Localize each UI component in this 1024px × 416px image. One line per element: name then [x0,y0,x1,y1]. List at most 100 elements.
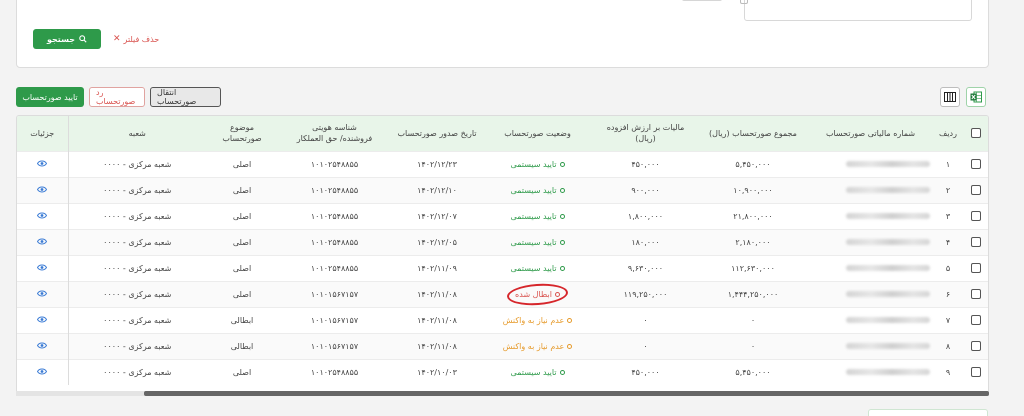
row-select-cell[interactable] [962,202,988,229]
table-row[interactable]: ۵ ۱۱۲,۶۳۰,۰۰۰ ۹,۶۳۰,۰۰۰ تایید سیستمی ۱۴۰… [17,254,988,281]
table-row[interactable]: ۴ ۲,۱۸۰,۰۰۰ ۱۸۰,۰۰۰ تایید سیستمی ۱۴۰۲/۱۲… [17,228,988,255]
select-all-header[interactable] [962,116,988,151]
invoice-status-cell: تایید سیستمی [483,254,592,281]
invoice-total: ۲,۱۸۰,۰۰۰ [699,228,807,255]
tax-number [807,280,934,307]
eye-icon[interactable] [37,212,48,219]
eye-icon[interactable] [37,368,48,375]
filter-field-partial [642,0,752,4]
select-all-checkbox[interactable] [971,128,981,139]
details-cell[interactable] [17,358,69,385]
row-select-cell[interactable] [962,358,988,385]
header-branch: شعبه [128,128,146,138]
horizontal-scrollbar[interactable] [16,391,989,396]
status-badge: تایید سیستمی [510,212,565,221]
eye-icon[interactable] [37,264,48,271]
excel-export-button[interactable] [966,87,986,107]
transfer-invoice-button[interactable]: انتقال صورتحساب [150,87,221,107]
header-total: مجموع صورتحساب (ریال) [709,128,797,138]
details-cell[interactable] [17,254,69,281]
issue-date: ۱۴۰۲/۱۱/۰۸ [391,332,483,359]
seller-id: ۱۰۱۰۲۵۴۸۸۵۵ [278,202,391,229]
invoice-status-cell: تایید سیستمی [483,358,592,385]
invoice-status-cell: عدم نیاز به واکنش [483,306,592,333]
row-select-cell[interactable] [962,280,988,307]
header-row-number: ردیف [939,128,957,138]
clear-filter-button[interactable]: ✕ حذف فیلتر [113,32,159,46]
row-checkbox[interactable] [971,367,981,378]
branch: شعبه مرکزی - ۰۰۰۰ [68,358,206,385]
pagination-partial[interactable] [868,409,988,416]
table-row[interactable]: ۷ ۰ ۰ عدم نیاز به واکنش ۱۴۰۲/۱۱/۰۸ ۱۰۱۰۱… [17,306,988,333]
details-cell[interactable] [17,150,69,177]
tax-number [807,176,934,203]
branch: شعبه مرکزی - ۰۰۰۰ [68,228,206,255]
scrollbar-thumb[interactable] [144,391,989,396]
row-select-cell[interactable] [962,176,988,203]
status-label: تایید سیستمی [510,263,557,273]
header-status: وضعیت صورتحساب [504,128,571,138]
seller-id: ۱۰۱۰۲۵۴۸۸۵۵ [278,228,391,255]
status-dot-icon [559,239,565,245]
row-checkbox[interactable] [971,211,981,221]
row-checkbox[interactable] [971,185,981,195]
eye-icon[interactable] [37,160,48,167]
table-row[interactable]: ۱ ۵,۴۵۰,۰۰۰ ۴۵۰,۰۰۰ تایید سیستمی ۱۴۰۲/۱۲… [17,150,988,177]
invoice-total: ۱,۴۴۴,۲۵۰,۰۰۰ [699,280,807,307]
branch: شعبه مرکزی - ۰۰۰۰ [68,306,206,333]
table-row[interactable]: ۸ ۰ ۰ عدم نیاز به واکنش ۱۴۰۲/۱۱/۰۸ ۱۰۱۰۱… [17,332,988,359]
row-checkbox[interactable] [971,341,981,351]
eye-icon[interactable] [37,186,48,193]
details-cell[interactable] [17,306,69,333]
invoice-subject: ابطالی [206,306,278,333]
details-cell[interactable] [17,280,69,307]
table-row[interactable]: ۲ ۱۰,۹۰۰,۰۰۰ ۹۰۰,۰۰۰ تایید سیستمی ۱۴۰۲/۱… [17,176,988,203]
issue-date: ۱۴۰۲/۱۲/۲۳ [391,150,483,177]
invoice-vat: ۱۱۹,۲۵۰,۰۰۰ [592,280,699,307]
approve-invoice-button[interactable]: تایید صورتحساب [16,87,84,107]
status-badge: ابطال شده [506,281,569,307]
columns-toggle-button[interactable] [940,87,960,107]
tax-number-redacted [846,264,930,271]
row-checkbox[interactable] [971,315,981,325]
table-row[interactable]: ۶ ۱,۴۴۴,۲۵۰,۰۰۰ ۱۱۹,۲۵۰,۰۰۰ ابطال شده ۱۴… [17,280,988,307]
reject-invoice-button[interactable]: رد صورتحساب [89,87,145,107]
search-button[interactable]: جستجو [33,29,101,49]
invoice-subject: ابطالی [206,332,278,359]
details-cell[interactable] [17,228,69,255]
row-select-cell[interactable] [962,332,988,359]
filter-input[interactable] [744,0,972,21]
row-select-cell[interactable] [962,228,988,255]
row-checkbox[interactable] [971,237,981,247]
invoice-vat: ۰ [592,306,699,333]
row-select-cell[interactable] [962,150,988,177]
row-select-cell[interactable] [962,254,988,281]
seller-id: ۱۰۱۰۱۵۶۷۱۵۷ [278,306,391,333]
tax-number [807,254,934,281]
row-checkbox[interactable] [971,289,981,299]
eye-icon[interactable] [37,342,48,349]
details-cell[interactable] [17,176,69,203]
eye-icon[interactable] [37,290,48,297]
eye-icon[interactable] [37,316,48,323]
tax-number [807,332,934,359]
invoice-subject: اصلی [206,176,278,203]
row-select-cell[interactable] [962,306,988,333]
status-badge: عدم نیاز به واکنش [503,316,573,325]
row-checkbox[interactable] [971,263,981,273]
clear-filter-label: حذف فیلتر [123,34,160,44]
status-label: تایید سیستمی [510,367,557,377]
branch: شعبه مرکزی - ۰۰۰۰ [68,280,206,307]
filter-checkbox[interactable] [740,0,748,4]
details-cell[interactable] [17,202,69,229]
row-number: ۲ [934,176,962,203]
eye-icon[interactable] [37,238,48,245]
table-row[interactable]: ۹ ۵,۴۵۰,۰۰۰ ۴۵۰,۰۰۰ تایید سیستمی ۱۴۰۲/۱۰… [17,358,988,385]
table-row[interactable]: ۳ ۲۱,۸۰۰,۰۰۰ ۱,۸۰۰,۰۰۰ تایید سیستمی ۱۴۰۲… [17,202,988,229]
status-dot-icon [559,213,565,219]
details-cell[interactable] [17,332,69,359]
invoice-table: ردیف شماره مالیاتی صورتحساب مجموع صورتحس… [16,115,989,396]
invoice-subject: اصلی [206,202,278,229]
close-icon: ✕ [113,34,121,44]
row-checkbox[interactable] [971,159,981,169]
